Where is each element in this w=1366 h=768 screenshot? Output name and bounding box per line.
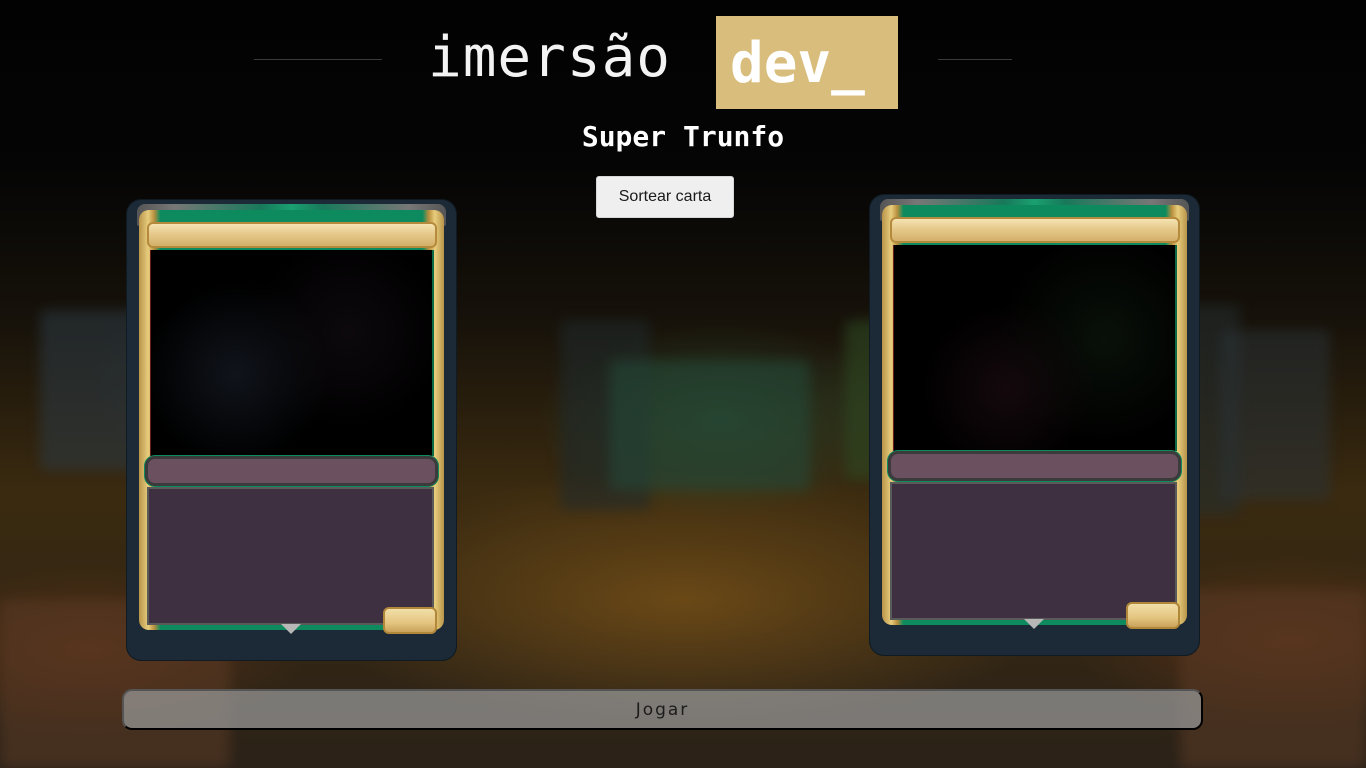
draw-card-button[interactable]: Sortear carta <box>596 176 734 218</box>
background-blur-panel <box>1180 590 1366 768</box>
header-divider-left <box>254 59 382 60</box>
card-name-bar <box>147 222 437 248</box>
card-art-placeholder <box>151 250 432 456</box>
logo-imersao: imersão <box>428 25 672 90</box>
card-name-bar <box>890 217 1180 243</box>
header-divider-right <box>938 59 1012 60</box>
card-power-tag <box>1126 602 1180 629</box>
card-type-bar <box>145 456 438 486</box>
card-text-box <box>890 482 1177 620</box>
machine-card <box>870 195 1199 655</box>
card-art-window <box>893 245 1177 451</box>
logo-dev-badge: dev_ <box>716 16 898 109</box>
card-art-placeholder <box>894 245 1175 451</box>
card-gem-icon <box>281 624 301 634</box>
card-gem-icon <box>1024 619 1044 629</box>
card-text-box <box>147 487 434 625</box>
card-type-bar <box>888 451 1181 481</box>
background-blur-panel <box>610 360 810 490</box>
logo-dev-text: dev_ <box>730 31 865 96</box>
page-title: Super Trunfo <box>581 120 785 153</box>
site-header: imersão dev_ <box>0 0 1366 120</box>
card-power-tag <box>383 607 437 634</box>
card-art-window <box>150 250 434 456</box>
play-button[interactable]: Jogar <box>122 689 1203 730</box>
background-blur-panel <box>1220 330 1330 500</box>
player-card <box>127 200 456 660</box>
